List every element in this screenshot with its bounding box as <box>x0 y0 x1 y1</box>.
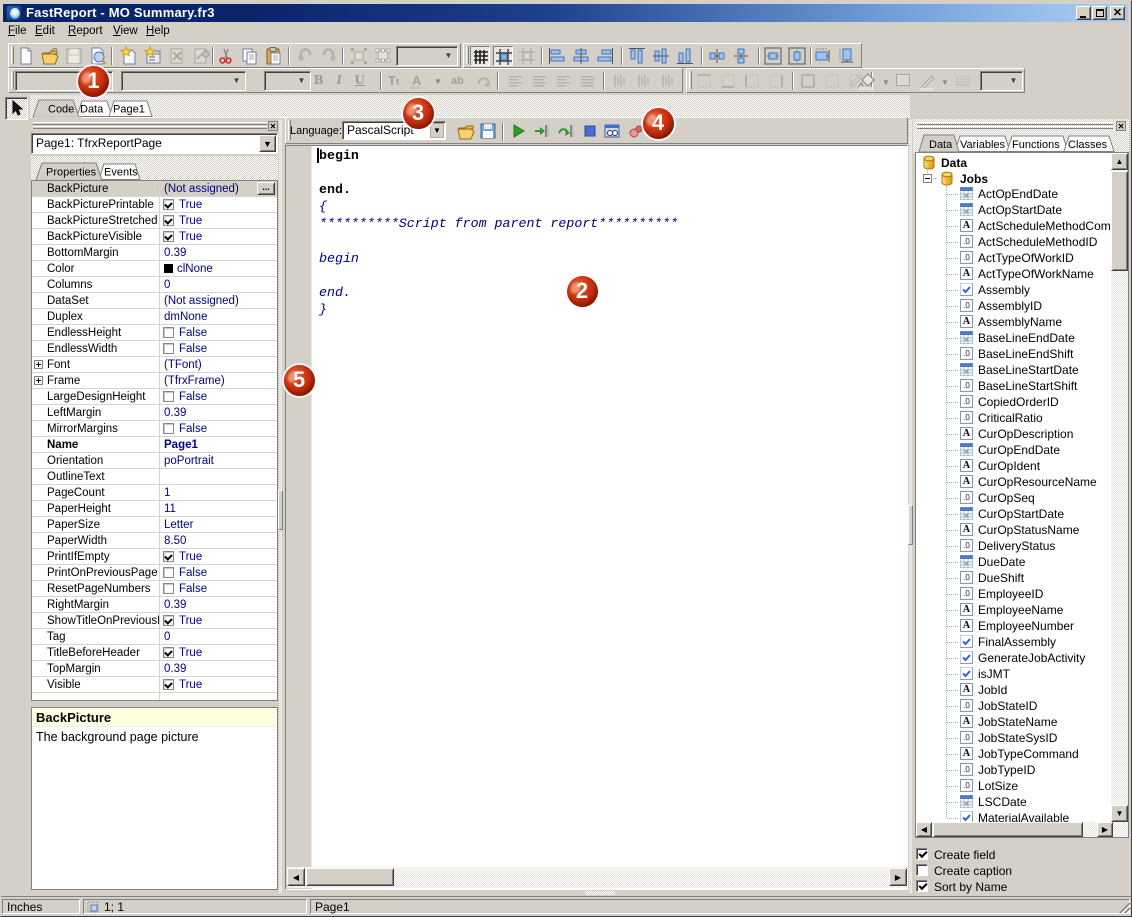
svg-text:Properties: Properties <box>46 167 97 179</box>
svg-text:Functions: Functions <box>1012 139 1060 151</box>
svg-text:Data: Data <box>929 139 953 151</box>
svg-text:Classes: Classes <box>1068 139 1108 151</box>
svg-text:Data: Data <box>80 104 104 116</box>
svg-text:Page1: Page1 <box>113 104 145 116</box>
svg-text:Events: Events <box>104 167 138 179</box>
svg-text:Variables: Variables <box>960 139 1006 151</box>
svg-text:Code: Code <box>48 104 74 116</box>
